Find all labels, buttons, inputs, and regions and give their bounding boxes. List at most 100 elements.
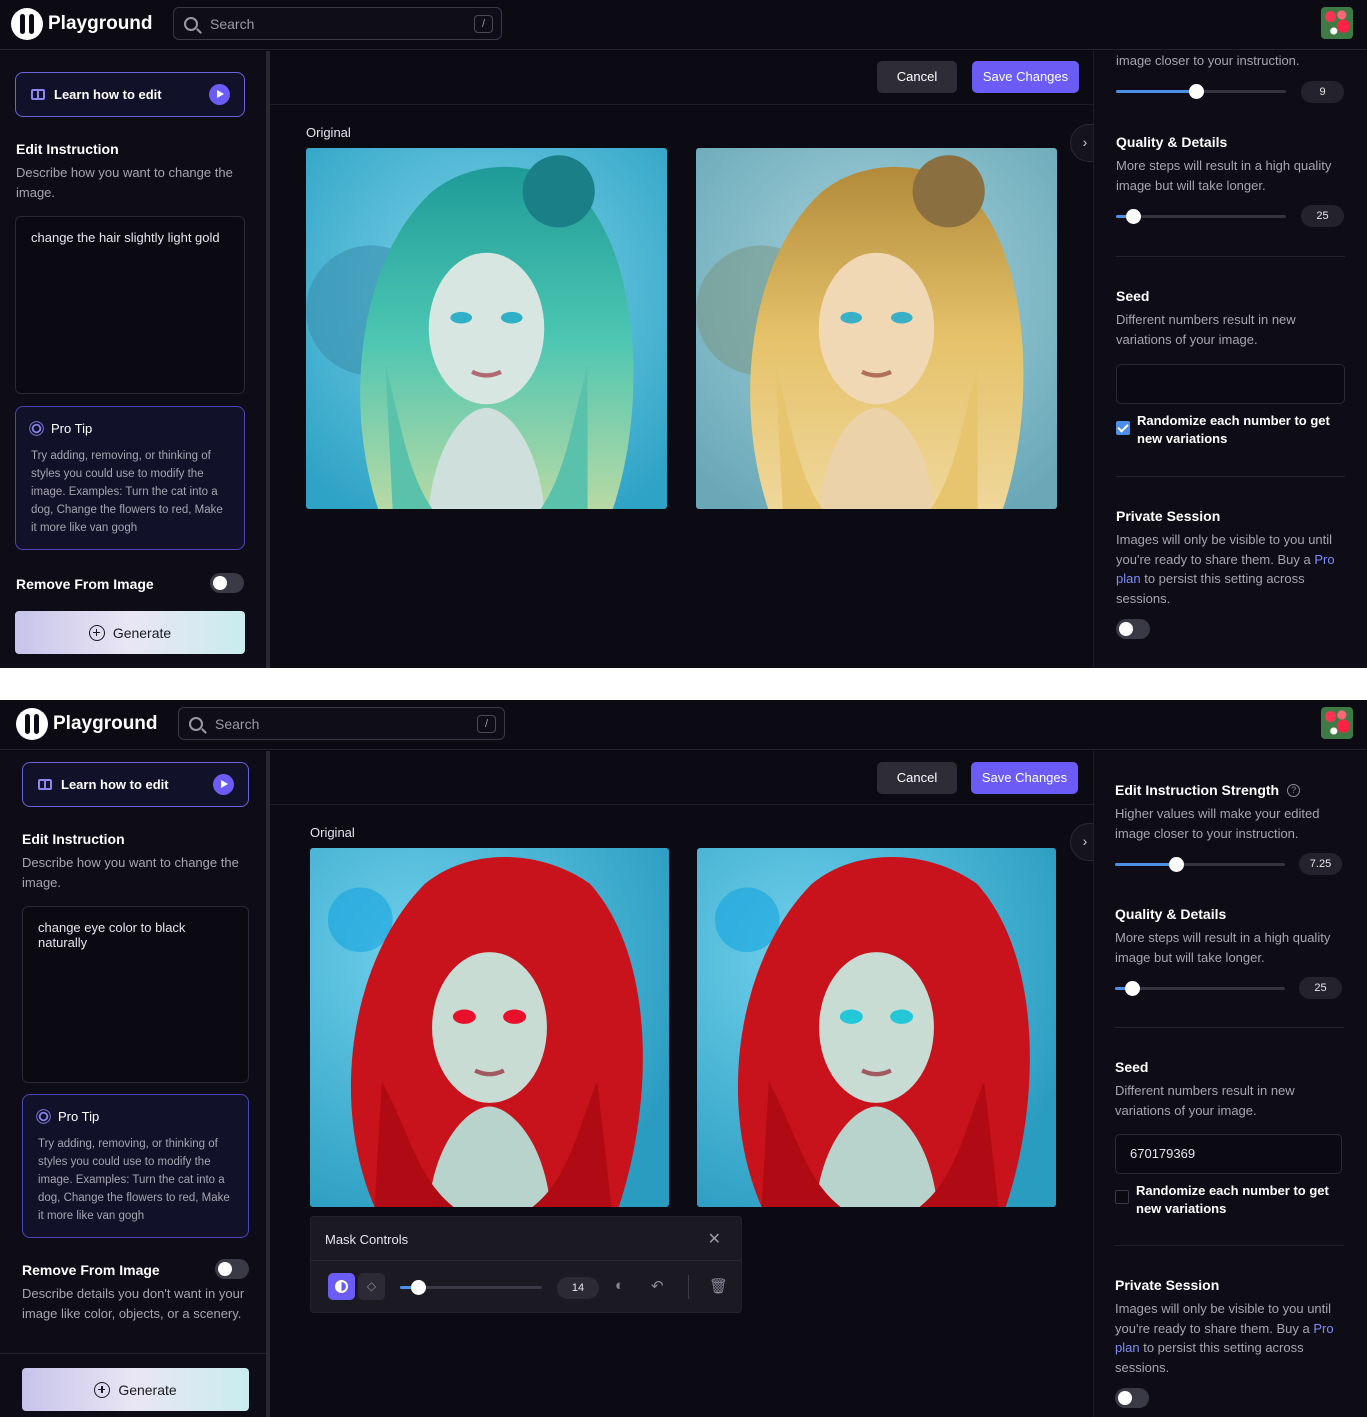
lightbulb-icon (31, 423, 42, 434)
divider (1116, 476, 1345, 477)
quality-title: Quality & Details (1116, 134, 1228, 150)
strength-slider[interactable] (1116, 84, 1286, 99)
learn-label: Learn how to edit (54, 87, 162, 102)
top-bar: Playground Search / (0, 0, 1367, 50)
learn-how-to-edit-button[interactable]: Learn how to edit (15, 72, 245, 117)
quality-slider[interactable] (1116, 209, 1286, 224)
edit-instruction-desc: Describe how you want to change the imag… (16, 165, 233, 200)
save-changes-button[interactable]: Save Changes (971, 762, 1078, 794)
left-sidebar: Learn how to edit Edit Instruction Descr… (0, 751, 270, 1417)
generate-button[interactable]: Generate (15, 611, 245, 654)
cancel-button[interactable]: Cancel (877, 762, 957, 794)
right-settings-panel: Edit Instruction Strength ? Higher value… (1093, 751, 1367, 1417)
help-icon[interactable]: ? (1287, 783, 1301, 797)
canvas-area: Cancel Save Changes Original › (270, 51, 1100, 668)
remove-from-image-desc: Describe details you don't want in your … (22, 1286, 245, 1321)
book-icon (38, 779, 52, 790)
strength-slider[interactable] (1115, 857, 1285, 872)
play-icon[interactable] (213, 774, 234, 795)
search-input[interactable]: Search / (173, 7, 502, 40)
play-icon[interactable] (209, 84, 230, 105)
app-logo[interactable]: Playground (11, 8, 153, 40)
seed-desc: Different numbers result in new variatio… (1116, 312, 1296, 347)
edited-image[interactable] (697, 848, 1056, 1207)
strength-desc: Higher values will make your edited imag… (1115, 806, 1320, 841)
pro-tip-body: Try adding, removing, or thinking of sty… (38, 1138, 230, 1222)
cancel-button[interactable]: Cancel (877, 61, 957, 93)
private-session-toggle[interactable] (1116, 619, 1150, 639)
seed-input[interactable] (1116, 364, 1345, 404)
left-sidebar: Learn how to edit Edit Instruction Descr… (0, 51, 270, 668)
quality-value[interactable]: 25 (1299, 977, 1342, 999)
randomize-checkbox[interactable] (1116, 421, 1130, 435)
plus-circle-icon (88, 624, 105, 641)
strength-title: Edit Instruction Strength ? (1115, 782, 1301, 798)
avatar[interactable] (1321, 7, 1353, 39)
search-icon (184, 16, 198, 31)
mask-brush-icon[interactable] (328, 1273, 355, 1300)
original-label: Original (306, 125, 351, 140)
generate-bar: Generate (0, 1353, 266, 1417)
strength-value[interactable]: 9 (1301, 81, 1344, 103)
generate-button[interactable]: Generate (22, 1368, 249, 1411)
strength-desc: image closer to your instruction. (1116, 53, 1300, 68)
plus-circle-icon (94, 1381, 111, 1398)
trash-icon[interactable]: 🗑 (709, 1277, 728, 1295)
learn-label: Learn how to edit (61, 777, 169, 792)
generate-bar: Generate (0, 606, 266, 668)
edit-instruction-title: Edit Instruction (16, 141, 119, 157)
search-placeholder: Search (215, 715, 260, 732)
divider (1116, 256, 1345, 257)
book-icon (31, 89, 45, 100)
generate-label: Generate (118, 1381, 177, 1398)
edit-instruction-textarea[interactable]: change eye color to black naturally (22, 906, 249, 1083)
randomize-checkbox[interactable] (1115, 1190, 1129, 1204)
seed-title: Seed (1115, 1059, 1149, 1075)
pro-tip-body: Try adding, removing, or thinking of sty… (31, 450, 223, 534)
brush-size-knob[interactable] (411, 1280, 426, 1295)
eraser-icon[interactable]: ◇ (358, 1273, 385, 1300)
quality-desc: More steps will result in a high quality… (1115, 930, 1331, 965)
avatar[interactable] (1321, 707, 1353, 739)
playground-logo-icon (11, 8, 43, 40)
original-image[interactable] (310, 848, 669, 1207)
mask-controls-panel: Mask Controls ✕ ◇ 14 ◐ ↶ 🗑 (310, 1216, 742, 1313)
seed-title: Seed (1116, 288, 1150, 304)
action-bar: Cancel Save Changes (270, 51, 1093, 105)
strength-value[interactable]: 7.25 (1299, 853, 1342, 875)
undo-icon[interactable]: ↶ (651, 1277, 664, 1295)
search-icon (189, 716, 203, 731)
private-session-title: Private Session (1115, 1277, 1220, 1293)
pro-tip-card: Pro Tip Try adding, removing, or thinkin… (22, 1094, 249, 1238)
original-image[interactable] (306, 148, 667, 509)
screenshot-gold-hair-edit: Playground Search / Learn how to edit Ed… (0, 0, 1367, 668)
remove-from-image-toggle[interactable] (210, 573, 244, 593)
search-shortcut-key: / (474, 15, 493, 33)
remove-from-image-toggle[interactable] (215, 1259, 249, 1279)
learn-how-to-edit-button[interactable]: Learn how to edit (22, 762, 249, 807)
save-changes-button[interactable]: Save Changes (972, 61, 1079, 93)
quality-value[interactable]: 25 (1301, 205, 1344, 227)
divider (688, 1275, 689, 1299)
randomize-label: Randomize each number to get new variati… (1136, 1183, 1329, 1216)
edited-image[interactable] (696, 148, 1057, 509)
divider (1115, 1027, 1344, 1028)
quality-slider[interactable] (1115, 981, 1285, 996)
app-logo[interactable]: Playground (16, 708, 158, 740)
screenshot-eye-color-edit: Playground Search / Learn how to edit Ed… (0, 700, 1367, 1417)
edit-instruction-textarea[interactable]: change the hair slightly light gold (15, 216, 245, 394)
private-session-toggle[interactable] (1115, 1388, 1149, 1408)
playground-logo-icon (16, 708, 48, 740)
search-input[interactable]: Search / (178, 707, 505, 740)
brush-size-value[interactable]: 14 (557, 1277, 599, 1299)
original-label: Original (310, 825, 355, 840)
right-settings-panel: image closer to your instruction. 9 Qual… (1093, 51, 1367, 668)
seed-input[interactable]: 670179369 (1115, 1134, 1342, 1174)
pro-tip-title: Pro Tip (51, 421, 93, 436)
lightbulb-icon (38, 1111, 49, 1122)
close-icon[interactable]: ✕ (708, 1229, 721, 1249)
remove-from-image-title: Remove From Image (16, 576, 154, 592)
invert-mask-icon[interactable]: ◐ (615, 1277, 624, 1294)
canvas-area: Cancel Save Changes Original › (270, 751, 1100, 1417)
top-bar: Playground Search / (0, 700, 1367, 750)
